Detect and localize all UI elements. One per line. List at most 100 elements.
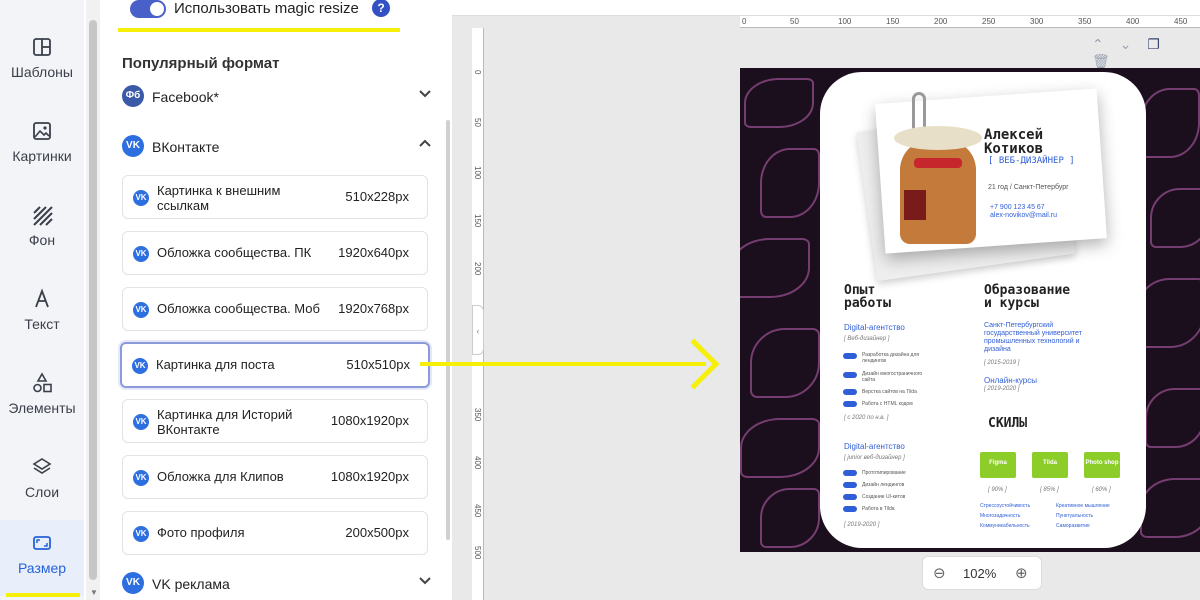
rail-item-elements[interactable]: Элементы [0,360,84,444]
help-icon[interactable]: ? [372,0,390,17]
format-card[interactable]: VK Картинка к внешним ссылкам 510x228px [122,175,428,219]
resize-icon [33,536,51,550]
scroll-down-arrow-icon[interactable]: ▼ [90,588,98,597]
format-size: 510x510px [346,357,410,372]
rail-scrollbar[interactable]: ▼ [86,0,100,600]
ruler-tick: 350 [1078,17,1092,26]
job1-company: Digital-агентство [844,323,905,332]
rail-label-layers: Слои [24,484,60,500]
format-panel: Использовать magic resize ? Популярный ф… [104,0,448,600]
highlight-underline [118,28,400,32]
ruler-tick: 200 [473,262,482,276]
active-highlight [6,593,80,597]
job2-item: Дизайн лендингов [862,482,905,488]
ruler-tick: 450 [1174,17,1188,26]
rail-item-resize[interactable]: Размер [0,520,84,596]
group-vk-ads[interactable]: VK VK реклама [122,571,432,597]
layers-icon [32,458,52,474]
panel-scrollbar-thumb[interactable] [446,120,450,540]
chevron-up-icon [418,136,432,153]
rail-item-images[interactable]: Картинки [0,108,84,192]
shapes-icon [33,372,52,393]
format-size: 1080x1920px [330,469,409,484]
soft-skill: Саморазвитие [1056,523,1090,529]
format-card[interactable]: VK Фото профиля 200x500px [122,511,428,555]
canvas-toolbar: ⌃ ⌄ ❐ 🗑︎ [1092,36,1200,70]
rail-scrollbar-thumb[interactable] [89,20,97,580]
delete-icon[interactable]: 🗑︎ [1092,53,1110,69]
edu2-period: [ 2019-2020 ] [984,386,1020,392]
zoom-value: 102% [963,566,997,581]
edu1-period: [ 2015-2019 ] [984,360,1020,366]
ruler-tick: 450 [473,504,482,518]
duplicate-icon[interactable]: ❐ [1147,36,1160,52]
zoom-out-icon[interactable]: ⊖ [933,564,946,582]
ruler-tick: 400 [473,456,482,470]
skill-name: Tilda [1043,460,1057,466]
skill-folder-icon: Figma [980,452,1016,478]
format-size: 510x228px [345,189,409,204]
magic-resize-toggle[interactable] [130,0,166,18]
soft-skill: Стрессоустойчивость [980,503,1031,509]
format-size: 1920x640px [338,245,409,260]
job1-period: [ с 2020 по н.в. ] [844,415,889,421]
format-card[interactable]: VK Обложка сообщества. Моб 1920x768px [122,287,428,331]
zoom-control: ⊖ 102% ⊕ [922,556,1042,590]
format-name: Обложка сообщества. Моб [157,301,320,316]
soft-skill: Пунктуальность [1056,513,1094,519]
rail-label-images: Картинки [12,148,72,164]
chevron-up-icon[interactable]: ⌃ [1092,36,1104,52]
experience-title-line2: работы [844,296,891,311]
resume-email: alex-novikov@mail.ru [990,212,1058,219]
job2-item: Прототипирование [862,470,906,476]
panel-scrollbar[interactable] [444,0,452,600]
ruler-tick: 400 [1126,17,1140,26]
rail-label-resize: Размер [17,560,67,576]
format-name: Фото профиля [157,525,245,540]
ruler-tick: 350 [473,408,482,422]
format-size: 1080x1920px [330,413,409,428]
group-vk[interactable]: VK ВКонтакте [122,134,432,160]
ruler-top: 0 50 100 150 200 250 300 350 400 450 [740,16,1200,28]
edu1-name: Санкт-Петербургский государственный унив… [984,322,1082,353]
job2-company: Digital-агентство [844,442,905,451]
highlight-arrow [420,362,706,366]
format-card[interactable]: VK Обложка сообщества. ПК 1920x640px [122,231,428,275]
rail-label-background: Фон [28,232,56,248]
experience-title: Опыт работы [844,284,891,310]
panel-collapse-handle[interactable]: ‹ [472,305,484,355]
chevron-down-icon[interactable]: ⌄ [1120,36,1132,52]
job2-role: [ junior веб-дизайнер ] [844,455,905,461]
edu2-name: Онлайн-курсы [984,376,1038,385]
background-icon [33,206,53,226]
skill-folder-icon: Tilda [1032,452,1068,478]
ruler-tick: 50 [473,118,482,127]
group-facebook[interactable]: Фб Facebook* [122,84,432,110]
zoom-in-icon[interactable]: ⊕ [1015,564,1028,582]
job1-item: Работа с HTML кодом [862,401,913,407]
format-size: 200x500px [345,525,409,540]
format-name: Картинка к внешним ссылкам [157,183,281,213]
vk-icon: VK [133,470,149,486]
ruler-tick: 150 [886,17,900,26]
vk-icon: VK [132,358,148,374]
rail-item-templates[interactable]: Шаблоны [0,24,84,108]
format-card[interactable]: VK Обложка для Клипов 1080x1920px [122,455,428,499]
skill-name: Figma [989,460,1007,466]
rail-item-layers[interactable]: Слои [0,444,84,528]
format-card[interactable]: VK Картинка для Историй ВКонтакте 1080x1… [122,399,428,443]
rail-item-background[interactable]: Фон [0,192,84,276]
ruler-tick: 50 [790,17,799,26]
facebook-icon: Фб [122,85,144,107]
education-title: Образование и курсы [984,284,1070,310]
skill-pct: [ 60% ] [1092,487,1111,493]
vk-icon: VK [133,190,149,206]
format-card-selected[interactable]: VK Картинка для поста 510x510px [120,342,430,388]
skills-title: СКИЛЫ [988,416,1028,431]
rail-item-text[interactable]: Текст [0,276,84,360]
resume-name: Алексей Котиков [984,128,1043,156]
ruler-tick: 300 [1030,17,1044,26]
side-rail: Шаблоны Картинки Фон Текст Элементы Слои… [0,0,84,600]
job1-item: Дизайн многостраничного сайта [862,371,923,383]
group-vk-ads-label: VK реклама [152,576,230,592]
